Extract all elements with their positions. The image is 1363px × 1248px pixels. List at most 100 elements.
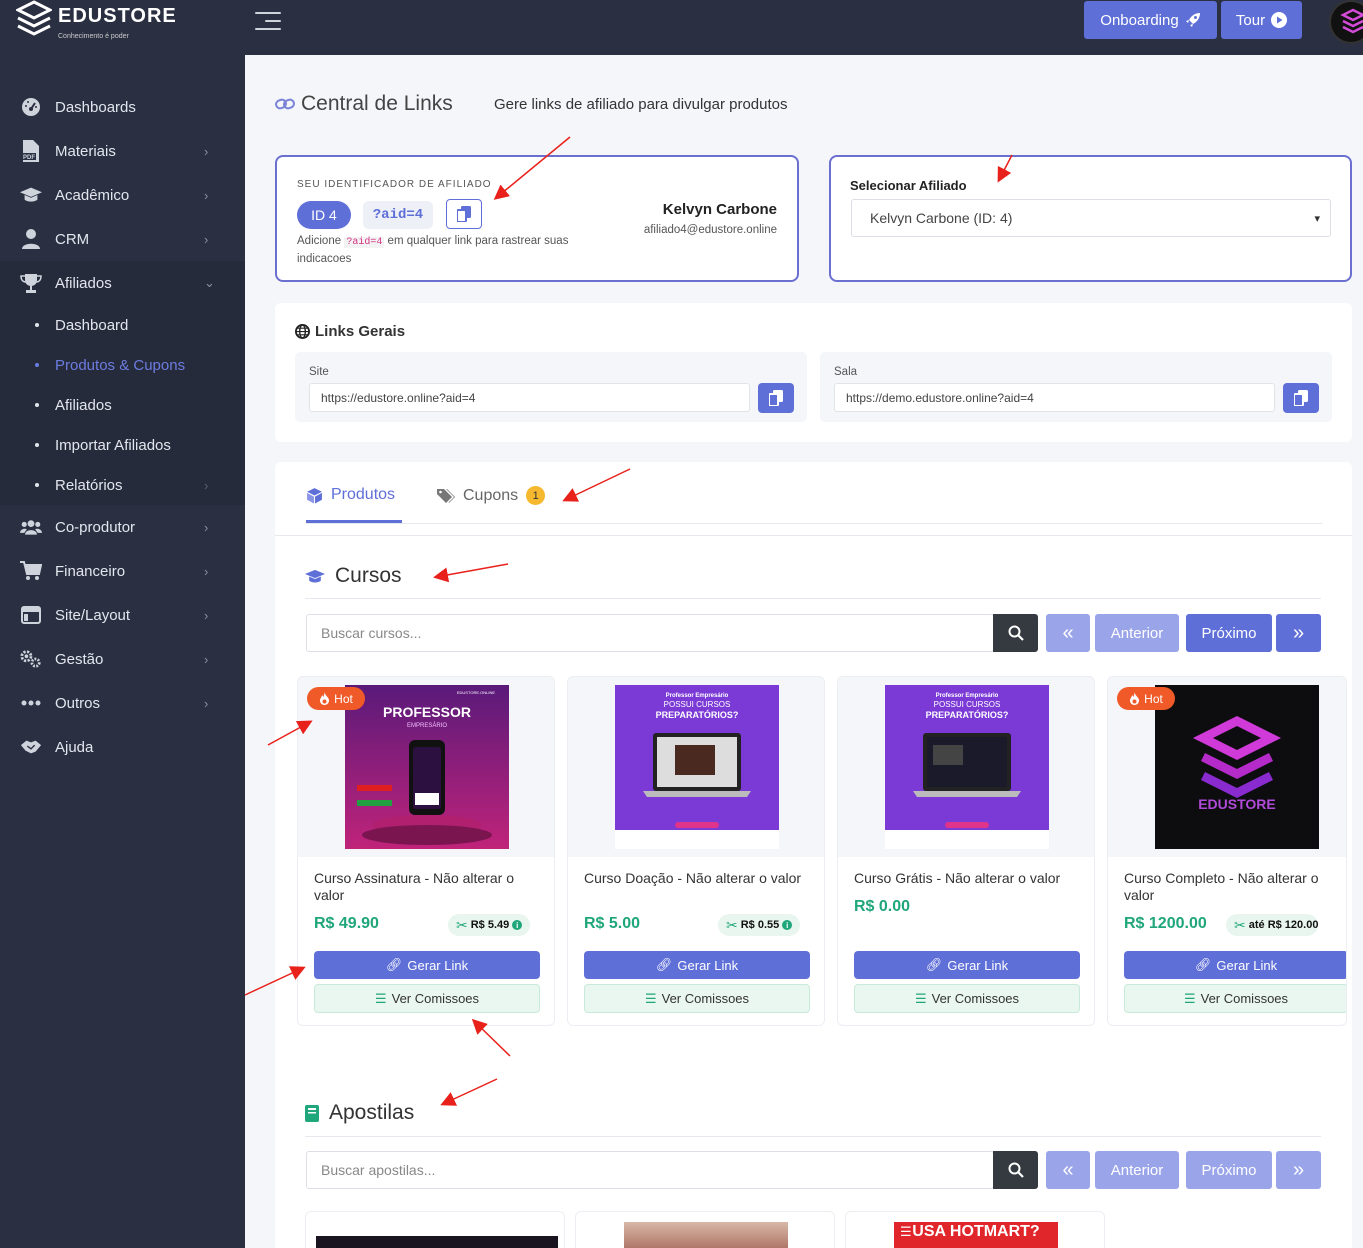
app-logo[interactable]: EDUSTORE Conhecimento é poder [16, 0, 177, 44]
view-commissions-button[interactable]: ☰ Ver Comissoes [314, 984, 540, 1013]
hot-badge: Hot [1117, 687, 1175, 710]
view-commissions-button[interactable]: ☰ Ver Comissoes [1124, 984, 1346, 1013]
generate-link-button[interactable]: 🔗︎ Gerar Link [1124, 951, 1346, 979]
rocket-icon [1185, 13, 1200, 27]
scissors-icon: ✂ [1234, 916, 1246, 933]
course-price: R$ 0.00 [854, 898, 911, 915]
thumb-promo-line2: POSSUI CURSOS [664, 700, 731, 709]
copy-icon [769, 390, 783, 406]
sidebar-item-crm[interactable]: CRM › [0, 217, 245, 261]
user-icon [20, 228, 42, 250]
sidebar-item-financeiro[interactable]: Financeiro › [0, 549, 245, 593]
sidebar-subitem-label: Dashboard [55, 316, 129, 334]
tab-cupons[interactable]: Cupons 1 [437, 486, 546, 505]
courses-first-page-button[interactable]: « [1046, 614, 1090, 652]
site-link-input[interactable]: https://edustore.online?aid=4 [309, 383, 750, 412]
sidebar-item-academico[interactable]: Acadêmico › [0, 173, 245, 217]
avatar[interactable] [1329, 0, 1363, 44]
view-commissions-button[interactable]: ☰ Ver Comissoes [584, 984, 810, 1013]
apostila-thumbnail[interactable] [316, 1236, 558, 1248]
apostila-thumbnail[interactable]: ☰ USA HOTMART? [894, 1222, 1058, 1248]
search-icon [1008, 625, 1024, 641]
sidebar-item-outros[interactable]: Outros › [0, 681, 245, 725]
copy-icon [457, 206, 471, 222]
thumb-domain-text: EDUSTORE.ONLINE [457, 690, 495, 695]
apostilas-prev-button[interactable]: Anterior [1095, 1151, 1179, 1189]
apostilas-search-button[interactable] [993, 1151, 1038, 1189]
chevron-right-icon: › [204, 143, 209, 159]
bullet-icon [35, 403, 39, 407]
generate-link-button[interactable]: 🔗︎ Gerar Link [854, 951, 1080, 979]
apostilas-search-input[interactable]: Buscar apostilas... [306, 1151, 994, 1189]
logo-tagline: Conhecimento é poder [58, 33, 129, 40]
link-icon: 🔗︎ [925, 957, 943, 972]
sidebar-subitem-produtos-cupons[interactable]: Produtos & Cupons [0, 345, 245, 385]
tour-button[interactable]: Tour [1221, 1, 1302, 39]
sidebar-subitem-relatorios[interactable]: Relatórios › [0, 465, 245, 505]
tags-icon [437, 488, 455, 503]
course-card: Professor Empresário POSSUI CURSOS PREPA… [837, 676, 1095, 1026]
sidebar-subitem-label: Relatórios [55, 476, 123, 494]
apostilas-next-button[interactable]: Próximo [1186, 1151, 1272, 1189]
sidebar-subitem-dashboard[interactable]: Dashboard [0, 305, 245, 345]
sidebar-item-materiais[interactable]: PDF Materiais › [0, 129, 245, 173]
course-thumbnail[interactable]: EDUSTORE [1155, 685, 1319, 849]
chevron-down-icon: ▾ [1314, 213, 1320, 225]
onboarding-button[interactable]: Onboarding [1084, 1, 1217, 39]
course-price: R$ 5.00 [584, 915, 641, 932]
select-affiliate-dropdown[interactable]: Kelvyn Carbone (ID: 4) ▾ [851, 199, 1331, 237]
sidebar-item-site-layout[interactable]: Site/Layout › [0, 593, 245, 637]
play-circle-icon [1271, 12, 1288, 28]
generate-link-button[interactable]: 🔗︎ Gerar Link [314, 951, 540, 979]
apostila-thumbnail[interactable] [624, 1222, 788, 1248]
site-link-box: Site https://edustore.online?aid=4 [295, 352, 807, 422]
sidebar-item-co-produtor[interactable]: Co-produtor › [0, 505, 245, 549]
courses-prev-button[interactable]: Anterior [1095, 614, 1179, 652]
course-card: PROFESSOR EMPRESÁRIO EDUSTORE.ONLINE Hot… [297, 676, 555, 1026]
apostilas-last-page-button[interactable]: » [1276, 1151, 1321, 1189]
room-link-input[interactable]: https://demo.edustore.online?aid=4 [834, 383, 1275, 412]
info-icon: i [782, 920, 793, 930]
copy-aid-button[interactable] [446, 199, 482, 229]
room-link-box: Sala https://demo.edustore.online?aid=4 [820, 352, 1332, 422]
sidebar-item-label: Dashboards [55, 98, 136, 116]
course-thumbnail[interactable]: Professor Empresário POSSUI CURSOS PREPA… [885, 685, 1049, 849]
sidebar-subitem-label: Importar Afiliados [55, 436, 171, 454]
bullet-icon [35, 363, 39, 367]
courses-search-input[interactable]: Buscar cursos... [306, 614, 994, 652]
commission-badge: ✂ R$ 0.55 i [718, 914, 801, 936]
scissors-icon: ✂ [456, 916, 468, 933]
sidebar-item-label: Gestão [55, 650, 104, 668]
thumb-promo-line2: POSSUI CURSOS [934, 700, 1001, 709]
generate-link-button[interactable]: 🔗︎ Gerar Link [584, 951, 810, 979]
graduation-cap-icon [305, 569, 325, 583]
sidebar-item-gestao[interactable]: Gestão › [0, 637, 245, 681]
sidebar-item-dashboards[interactable]: Dashboards [0, 85, 245, 129]
sidebar-subitem-afiliados[interactable]: Afiliados [0, 385, 245, 425]
apostilas-first-page-button[interactable]: « [1046, 1151, 1090, 1189]
chevron-right-icon: › [204, 231, 209, 247]
menu-toggle-icon[interactable] [255, 12, 281, 30]
course-thumbnail[interactable]: PROFESSOR EMPRESÁRIO EDUSTORE.ONLINE [345, 685, 509, 849]
view-commissions-button[interactable]: ☰ Ver Comissoes [854, 984, 1080, 1013]
course-title: Curso Completo - Não alterar o valor [1124, 870, 1319, 903]
coupons-count-badge: 1 [526, 486, 546, 505]
courses-last-page-button[interactable]: » [1276, 614, 1321, 652]
sidebar-item-label: Outros [55, 694, 101, 712]
sidebar-subitem-importar-afiliados[interactable]: Importar Afiliados [0, 425, 245, 465]
tabs-divider [306, 523, 1322, 524]
hotmart-banner-text: USA HOTMART? [912, 1223, 1040, 1240]
tab-produtos[interactable]: Produtos [306, 486, 395, 504]
scissors-icon: ✂ [726, 916, 738, 933]
chevron-right-icon: › [204, 651, 209, 667]
sidebar-item-ajuda[interactable]: Ajuda [0, 725, 245, 769]
general-links-card: Links Gerais Site https://edustore.onlin… [275, 303, 1352, 442]
course-thumbnail[interactable]: Professor Empresário POSSUI CURSOS PREPA… [615, 685, 779, 849]
affiliate-name: Kelvyn Carbone [662, 201, 777, 218]
sidebar-item-afiliados[interactable]: Afiliados ⌄ [0, 261, 245, 305]
courses-search-button[interactable] [993, 614, 1038, 652]
copy-site-link-button[interactable] [758, 383, 794, 413]
apostilas-section-title: Apostilas [305, 1101, 414, 1125]
copy-room-link-button[interactable] [1283, 383, 1319, 413]
courses-next-button[interactable]: Próximo [1186, 614, 1272, 652]
